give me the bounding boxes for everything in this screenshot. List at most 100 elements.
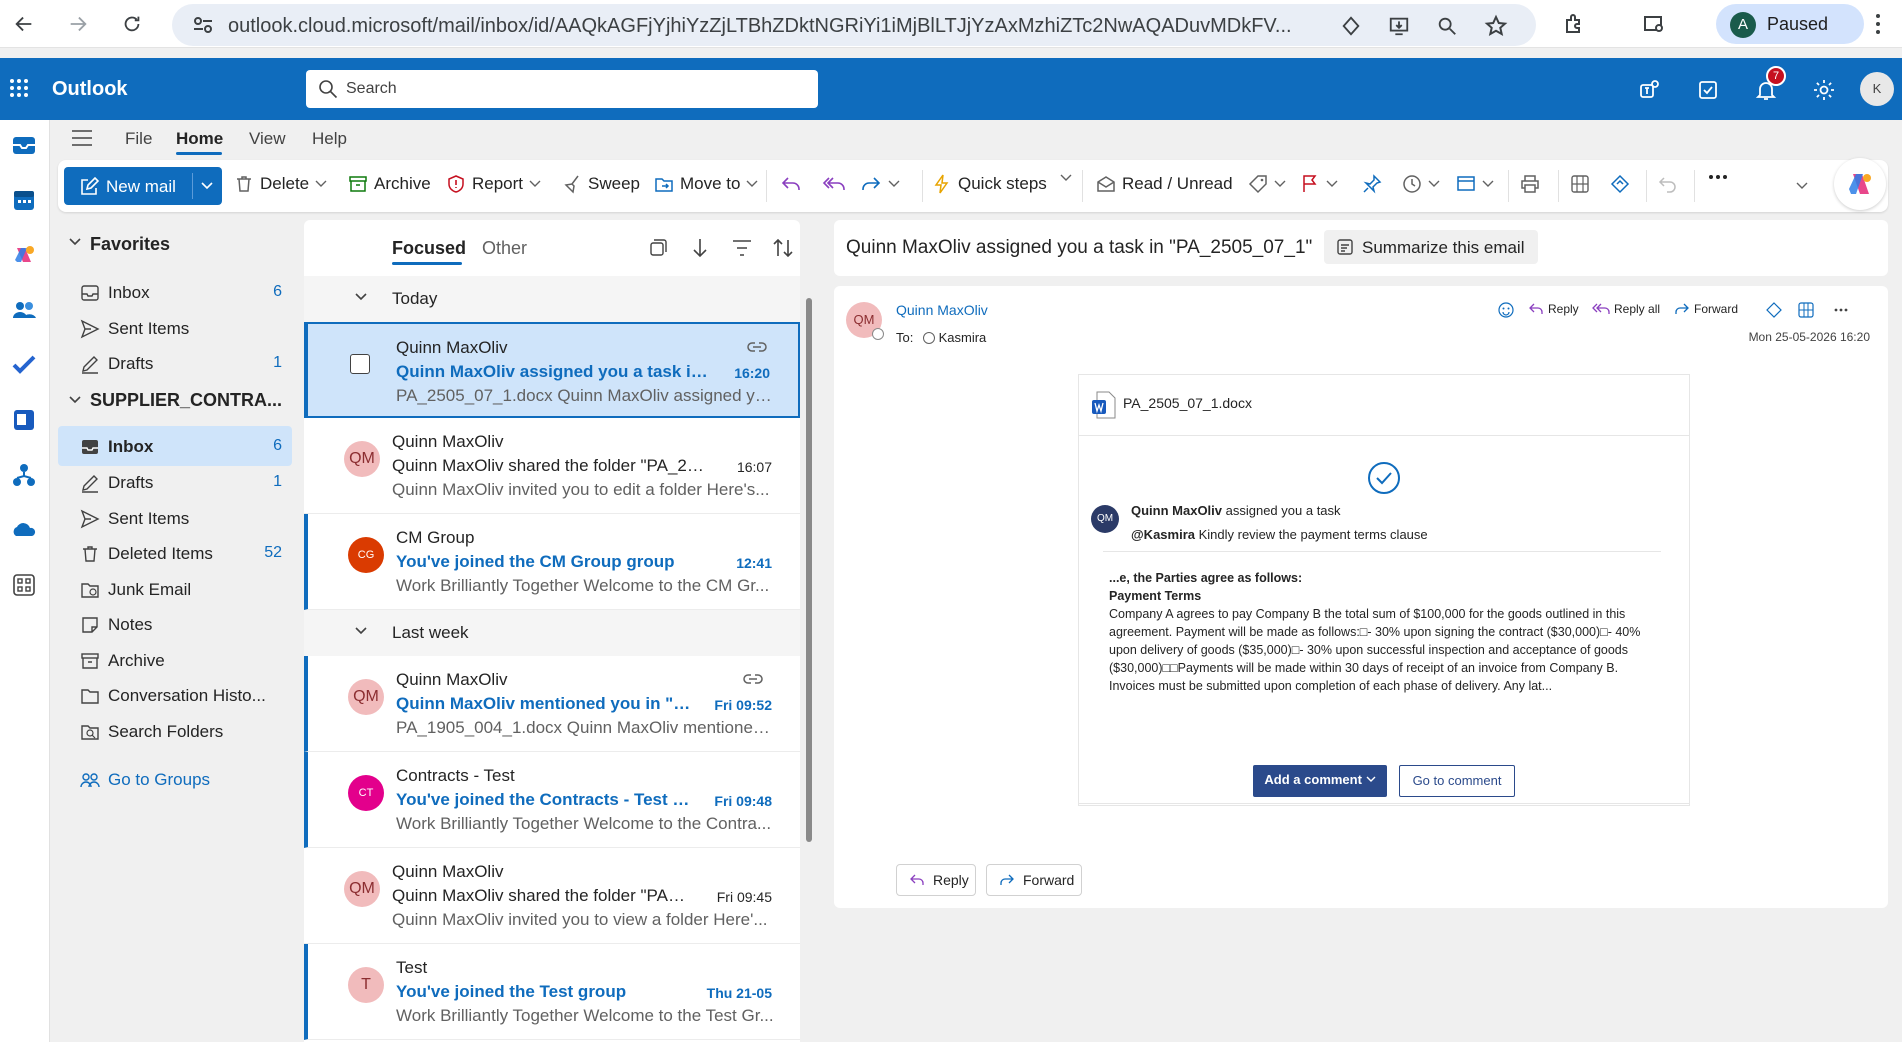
folder-junk-email[interactable]: Junk Email bbox=[58, 569, 292, 609]
search-input[interactable]: Search bbox=[306, 70, 818, 108]
apps-button[interactable] bbox=[1798, 302, 1814, 318]
recipient-name[interactable]: Kasmira bbox=[939, 330, 987, 345]
loop-button[interactable] bbox=[1610, 174, 1630, 194]
group-header-today[interactable]: Today bbox=[304, 276, 800, 322]
notes-feed-icon[interactable] bbox=[1696, 78, 1720, 102]
tab-home[interactable]: Home bbox=[176, 129, 223, 149]
calendar-app-icon[interactable] bbox=[9, 185, 39, 215]
chevron-down-icon[interactable] bbox=[746, 180, 758, 188]
reply-all-icon-button[interactable] bbox=[822, 174, 846, 194]
tab-view[interactable]: View bbox=[249, 129, 286, 149]
bookmark-star-icon[interactable] bbox=[1484, 14, 1508, 38]
loop-button[interactable] bbox=[1766, 302, 1782, 318]
reply-button[interactable]: Reply bbox=[1528, 302, 1579, 316]
jump-to-icon[interactable] bbox=[690, 237, 710, 259]
tab-file[interactable]: File bbox=[125, 129, 152, 149]
print-button[interactable] bbox=[1520, 174, 1540, 194]
reply-all-button[interactable]: Reply all bbox=[1592, 302, 1660, 316]
list-item[interactable]: QM Quinn MaxOliv Quinn MaxOliv shared th… bbox=[304, 848, 800, 944]
site-settings-icon[interactable] bbox=[192, 15, 214, 35]
forward-icon-button[interactable] bbox=[860, 174, 900, 194]
chevron-down-icon[interactable] bbox=[1482, 180, 1494, 188]
list-item[interactable]: QM Quinn MaxOliv Quinn MaxOliv mentioned… bbox=[304, 656, 800, 752]
folder-deleted-items[interactable]: Deleted Items 52 bbox=[58, 533, 292, 573]
people-app-icon[interactable] bbox=[9, 295, 39, 325]
org-explorer-icon[interactable] bbox=[9, 460, 39, 490]
tab-search-icon[interactable] bbox=[1642, 12, 1666, 36]
forward-button[interactable]: Forward bbox=[1674, 302, 1738, 316]
categorize-button[interactable] bbox=[1248, 174, 1286, 194]
todo-app-icon[interactable] bbox=[9, 350, 39, 380]
tab-help[interactable]: Help bbox=[312, 129, 347, 149]
tab-other[interactable]: Other bbox=[482, 238, 527, 259]
reply-icon-button[interactable] bbox=[780, 174, 802, 194]
archive-button[interactable]: Archive bbox=[348, 174, 431, 194]
word-app-icon[interactable] bbox=[9, 405, 39, 435]
chevron-down-icon[interactable] bbox=[200, 181, 214, 191]
sort-icon[interactable] bbox=[772, 237, 794, 259]
favorites-header[interactable]: Favorites bbox=[90, 234, 170, 255]
go-to-comment-button[interactable]: Go to comment bbox=[1399, 765, 1515, 797]
snooze-button[interactable] bbox=[1402, 174, 1440, 194]
list-item[interactable]: QM Quinn MaxOliv Quinn MaxOliv shared th… bbox=[304, 418, 800, 514]
account-avatar[interactable]: K bbox=[1860, 72, 1894, 106]
browser-menu-icon[interactable] bbox=[1866, 12, 1890, 36]
apps-button[interactable] bbox=[1570, 174, 1590, 194]
list-item[interactable]: T Test You've joined the Test group Thu … bbox=[304, 944, 800, 1040]
list-item[interactable]: CG CM Group You've joined the CM Group g… bbox=[304, 514, 800, 610]
attachment-name[interactable]: PA_2505_07_1.docx bbox=[1123, 395, 1252, 411]
go-to-groups-link[interactable]: Go to Groups bbox=[58, 759, 292, 799]
chevron-down-icon[interactable] bbox=[529, 180, 541, 188]
folder-conversation-history[interactable]: Conversation Histo... bbox=[58, 675, 292, 715]
chevron-down-icon[interactable] bbox=[1274, 180, 1286, 188]
app-title[interactable]: Outlook bbox=[52, 78, 128, 101]
chevron-down-icon[interactable] bbox=[68, 237, 82, 247]
folder-inbox[interactable]: Inbox 6 bbox=[58, 426, 292, 466]
extensions-puzzle-icon[interactable] bbox=[1562, 12, 1586, 36]
teams-icon[interactable] bbox=[1638, 78, 1662, 102]
folder-drafts[interactable]: Drafts 1 bbox=[58, 462, 292, 502]
tab-focused[interactable]: Focused bbox=[392, 238, 466, 259]
sender-name[interactable]: Quinn MaxOliv bbox=[896, 302, 988, 318]
select-checkbox[interactable] bbox=[350, 354, 370, 374]
add-comment-button[interactable]: Add a comment bbox=[1253, 765, 1387, 797]
new-mail-button[interactable]: New mail bbox=[64, 167, 222, 205]
folder-search-folders[interactable]: Search Folders bbox=[58, 711, 292, 751]
forward-nav-icon[interactable] bbox=[66, 12, 90, 36]
folder-favorites-inbox[interactable]: Inbox 6 bbox=[58, 272, 292, 312]
onedrive-app-icon[interactable] bbox=[9, 515, 39, 545]
reload-icon[interactable] bbox=[120, 12, 144, 36]
undo-button[interactable] bbox=[1658, 174, 1678, 194]
bottom-reply-button[interactable]: Reply bbox=[896, 864, 976, 896]
folder-favorites-drafts[interactable]: Drafts 1 bbox=[58, 343, 292, 383]
copilot-app-icon[interactable] bbox=[9, 240, 39, 270]
notification-bell-icon[interactable]: 7 bbox=[1754, 66, 1786, 102]
address-bar[interactable]: outlook.cloud.microsoft/mail/inbox/id/AA… bbox=[172, 4, 1536, 46]
list-item[interactable]: CT Contracts - Test You've joined the Co… bbox=[304, 752, 800, 848]
chevron-down-icon[interactable] bbox=[1326, 180, 1338, 188]
more-options-button[interactable] bbox=[1708, 174, 1728, 180]
summarize-button[interactable]: Summarize this email bbox=[1324, 230, 1538, 264]
extension-icon[interactable] bbox=[1340, 15, 1362, 37]
back-icon[interactable] bbox=[12, 12, 36, 36]
quick-steps-dropdown[interactable] bbox=[1060, 174, 1072, 182]
mail-app-icon[interactable] bbox=[9, 130, 39, 160]
hamburger-menu-icon[interactable] bbox=[72, 130, 92, 146]
folder-archive[interactable]: Archive bbox=[58, 640, 292, 680]
filter-icon[interactable] bbox=[732, 239, 752, 257]
url-text[interactable]: outlook.cloud.microsoft/mail/inbox/id/AA… bbox=[228, 15, 1308, 38]
app-launcher-icon[interactable] bbox=[9, 78, 29, 98]
install-app-icon[interactable] bbox=[1388, 15, 1410, 37]
reaction-button[interactable] bbox=[1498, 302, 1514, 318]
profile-button[interactable]: A Paused bbox=[1716, 4, 1864, 44]
read-unread-button[interactable]: Read / Unread bbox=[1096, 174, 1233, 194]
chevron-down-icon[interactable] bbox=[68, 395, 82, 405]
list-item[interactable]: Quinn MaxOliv Quinn MaxOliv assigned you… bbox=[304, 322, 800, 418]
group-header-last-week[interactable]: Last week bbox=[304, 610, 800, 656]
sweep-button[interactable]: Sweep bbox=[562, 174, 640, 194]
flag-button[interactable] bbox=[1300, 174, 1338, 194]
report-button[interactable]: Report bbox=[446, 174, 541, 194]
more-actions-button[interactable] bbox=[1834, 308, 1848, 312]
select-all-icon[interactable] bbox=[648, 238, 668, 258]
delete-button[interactable]: Delete bbox=[234, 174, 327, 194]
